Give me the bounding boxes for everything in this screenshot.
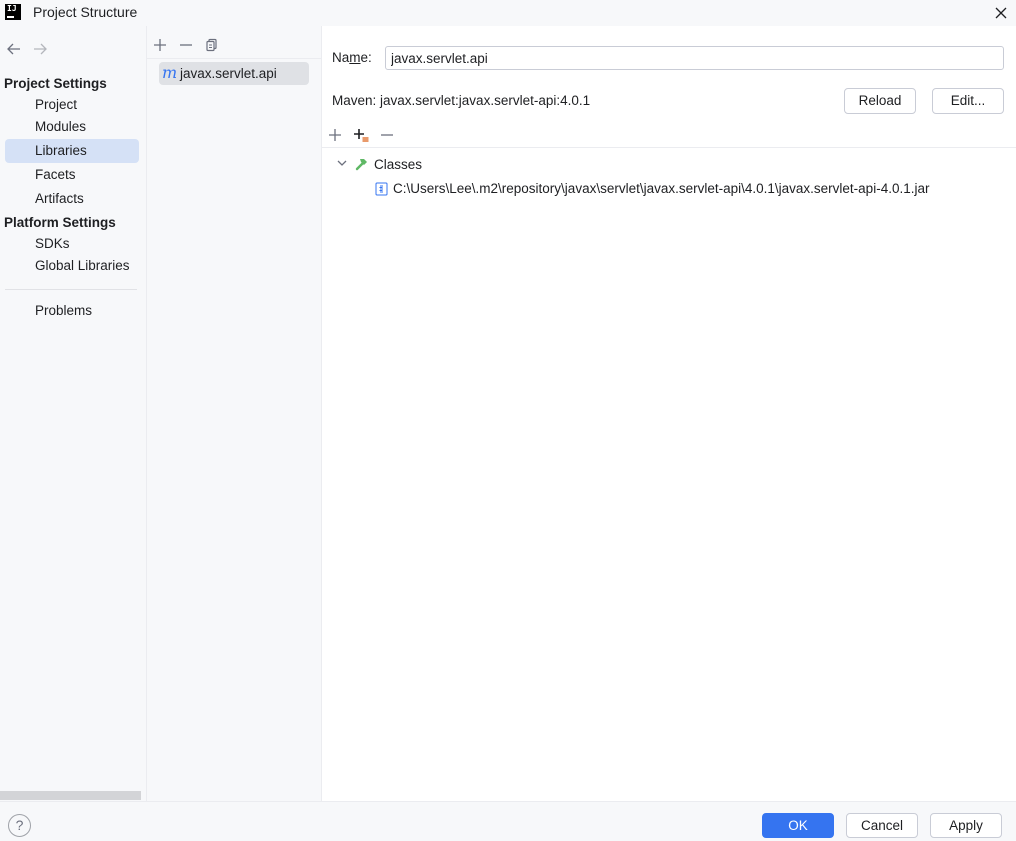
- title-bar: IJ Project Structure: [0, 0, 1016, 26]
- name-label-mnemonic: m: [349, 50, 361, 65]
- nav-item-facets[interactable]: Facets: [5, 163, 139, 187]
- nav-item-project[interactable]: Project: [5, 93, 139, 117]
- remove-icon[interactable]: [177, 36, 195, 54]
- hammer-icon: [354, 156, 370, 175]
- ok-button[interactable]: OK: [762, 813, 834, 838]
- maven-library-icon: m: [162, 63, 178, 82]
- remove-root-icon[interactable]: [378, 126, 396, 144]
- library-item-label: javax.servlet.api: [180, 66, 277, 81]
- logo-text: IJ: [7, 4, 17, 13]
- nav-item-problems[interactable]: Problems: [5, 299, 139, 323]
- nav-divider: [5, 289, 137, 290]
- library-detail-pane: [322, 26, 1016, 801]
- tree-toolbar-divider: [322, 147, 1016, 148]
- nav-item-modules[interactable]: Modules: [5, 115, 139, 139]
- cancel-button[interactable]: Cancel: [846, 813, 918, 838]
- name-label-part: Na: [332, 50, 350, 65]
- nav-item-global-libraries[interactable]: Global Libraries: [5, 254, 139, 278]
- list-toolbar-divider: [147, 58, 321, 59]
- add-jar-icon[interactable]: [352, 126, 370, 144]
- name-input[interactable]: [385, 46, 1004, 70]
- jar-path: C:\Users\Lee\.m2\repository\javax\servle…: [393, 181, 930, 196]
- add-root-icon[interactable]: [326, 126, 344, 144]
- forward-arrow-icon[interactable]: [31, 41, 49, 57]
- nav-item-libraries[interactable]: Libraries: [5, 139, 139, 163]
- horizontal-scrollbar[interactable]: [0, 791, 141, 800]
- jar-file-icon: [375, 182, 388, 199]
- classes-label: Classes: [374, 157, 423, 172]
- reload-button[interactable]: Reload: [844, 88, 916, 114]
- project-settings-header: Project Settings: [4, 76, 107, 91]
- name-label-part: e:: [360, 50, 372, 65]
- library-list-pane: [147, 26, 321, 801]
- nav-item-sdks[interactable]: SDKs: [5, 232, 139, 256]
- add-icon[interactable]: [151, 36, 169, 54]
- back-arrow-icon[interactable]: [5, 41, 23, 57]
- maven-coordinates: Maven: javax.servlet:javax.servlet-api:4…: [332, 93, 591, 108]
- apply-button[interactable]: Apply: [930, 813, 1002, 838]
- copy-icon[interactable]: [203, 36, 221, 54]
- chevron-down-icon[interactable]: [336, 156, 348, 173]
- nav-item-artifacts[interactable]: Artifacts: [5, 187, 139, 211]
- intellij-logo-icon: IJ: [5, 4, 21, 20]
- help-icon[interactable]: ?: [8, 814, 31, 837]
- edit-button[interactable]: Edit...: [932, 88, 1004, 114]
- window-title: Project Structure: [33, 4, 138, 20]
- platform-settings-header: Platform Settings: [4, 215, 116, 230]
- close-icon[interactable]: [992, 4, 1010, 22]
- library-item[interactable]: m javax.servlet.api: [159, 62, 309, 85]
- name-label: Name:: [332, 50, 372, 65]
